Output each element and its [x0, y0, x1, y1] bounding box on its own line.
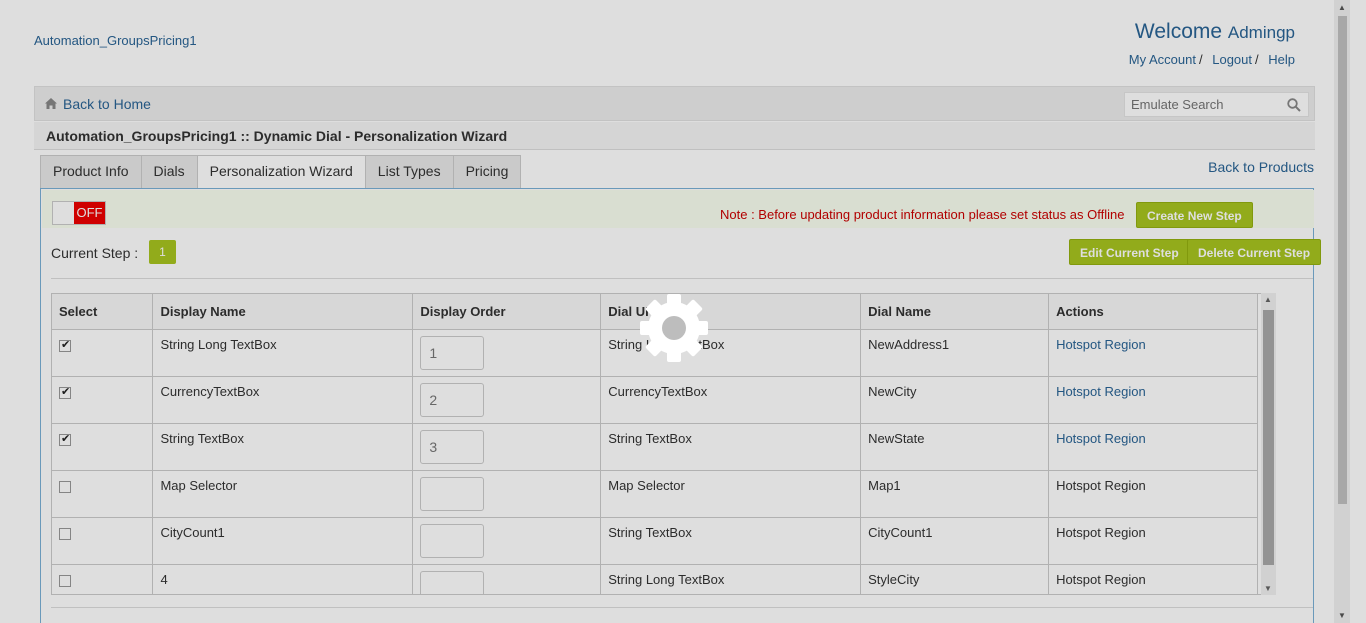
loading-overlay: [0, 0, 1366, 623]
gear-icon: [640, 294, 708, 362]
